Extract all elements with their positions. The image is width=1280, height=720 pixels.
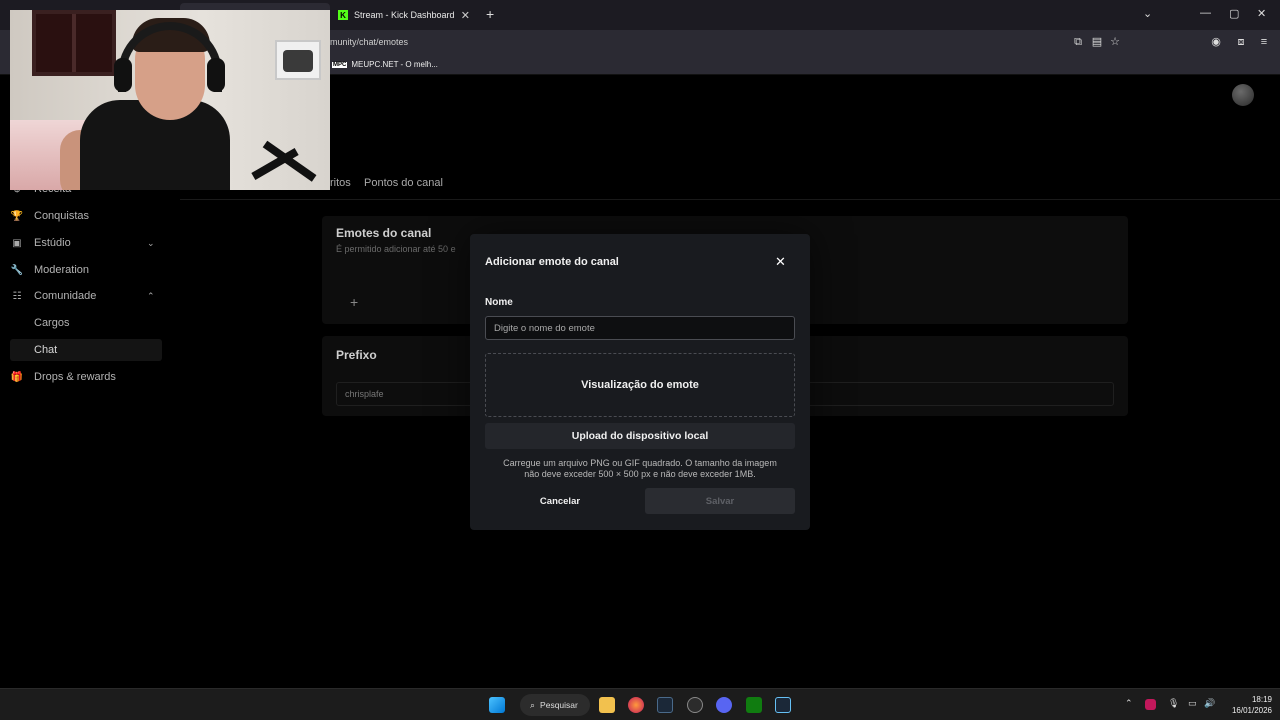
- webcam-overlay: [10, 10, 330, 190]
- meupc-logo-icon: MPC: [332, 61, 348, 68]
- file-explorer-icon[interactable]: [599, 697, 615, 713]
- menu-icon[interactable]: ≡: [1258, 36, 1270, 48]
- taskbar-clock[interactable]: 18:19 16/01/2026: [1222, 694, 1272, 716]
- sidebar-item-label: Moderation: [34, 264, 90, 276]
- steam-icon[interactable]: [657, 697, 673, 713]
- tab-kick-dashboard[interactable]: K Stream - Kick Dashboard ✕: [334, 3, 476, 27]
- prefix-panel-title: Prefixo: [336, 348, 377, 362]
- sidebar-item-label: Estúdio: [34, 237, 71, 249]
- extensions-icon[interactable]: ⧈: [1235, 36, 1247, 48]
- picture-in-picture-icon[interactable]: ⧉: [1072, 36, 1084, 48]
- upload-local-button[interactable]: Upload do dispositivo local: [485, 423, 795, 449]
- avatar[interactable]: [1232, 84, 1254, 106]
- emote-preview-box: Visualização do emote: [485, 353, 795, 417]
- emotes-panel-title: Emotes do canal: [336, 226, 432, 240]
- sidebar-item-conquistas[interactable]: 🏆 Conquistas: [10, 205, 89, 227]
- close-window-button[interactable]: ✕: [1257, 7, 1266, 20]
- bookmark-label: MEUPC.NET - O melh...: [351, 60, 438, 69]
- microphone-icon[interactable]: 🎙: [1168, 698, 1179, 709]
- tab-list-chevron-icon[interactable]: ⌄: [1143, 7, 1152, 20]
- name-label: Nome: [485, 297, 513, 308]
- add-emote-button[interactable]: +: [350, 294, 358, 310]
- studio-icon: ▣: [12, 237, 22, 249]
- taskbar-search[interactable]: ⌕ Pesquisar: [520, 694, 590, 716]
- windows-taskbar: ⌕ Pesquisar ⌃ 🎙 ▭ 🔊 18:19 16/01/2026: [0, 688, 1280, 720]
- webcam-poster: [275, 40, 321, 80]
- sidebar-item-comunidade[interactable]: ☷ Comunidade ⌃: [10, 285, 170, 307]
- sidebar-item-moderation[interactable]: 🔧 Moderation: [10, 259, 89, 281]
- tabs-divider: [180, 199, 1280, 200]
- emote-preview-label: Visualização do emote: [581, 379, 699, 391]
- windows-start-icon[interactable]: [489, 697, 505, 713]
- network-icon[interactable]: ▭: [1188, 698, 1197, 709]
- tab-title: Stream - Kick Dashboard: [354, 10, 455, 20]
- help-line-1: Carregue um arquivo PNG ou GIF quadrado.…: [503, 458, 777, 468]
- gift-icon: 🎁: [10, 371, 24, 383]
- modal-title: Adicionar emote do canal: [485, 256, 619, 268]
- tab-pontos-do-canal[interactable]: Pontos do canal: [364, 177, 443, 189]
- steam-icon-2[interactable]: [775, 697, 791, 713]
- close-icon[interactable]: ✕: [775, 254, 786, 270]
- sidebar-item-label: Conquistas: [34, 210, 90, 222]
- account-icon[interactable]: ◉: [1210, 36, 1222, 48]
- reader-view-icon[interactable]: ▤: [1091, 36, 1103, 48]
- clock-time: 18:19: [1251, 695, 1272, 704]
- sidebar-item-label: Chat: [34, 344, 58, 356]
- trophy-icon: 🏆: [10, 210, 24, 222]
- xbox-icon[interactable]: [746, 697, 762, 713]
- tab-favoritos[interactable]: ritos: [330, 177, 351, 189]
- community-icon: ☷: [12, 290, 22, 302]
- bookmark-star-icon[interactable]: ☆: [1109, 36, 1121, 48]
- firefox-icon[interactable]: [628, 697, 644, 713]
- kick-logo-icon: K: [338, 10, 348, 20]
- webcam-window: [32, 10, 116, 76]
- bookmark-meupc[interactable]: MPC MEUPC.NET - O melh...: [332, 60, 438, 69]
- clock-date: 16/01/2026: [1231, 706, 1272, 715]
- chevron-down-icon: ⌄: [147, 237, 155, 248]
- sidebar-item-cargos[interactable]: Cargos: [10, 312, 162, 334]
- help-line-2: não deve exceder 500 × 500 px e não deve…: [524, 469, 756, 479]
- obs-icon[interactable]: [687, 697, 703, 713]
- cancel-button[interactable]: Cancelar: [485, 488, 635, 514]
- volume-icon[interactable]: 🔊: [1204, 698, 1215, 709]
- sidebar-item-estudio[interactable]: ▣ Estúdio ⌄: [10, 232, 170, 254]
- sidebar-item-label: Comunidade: [34, 290, 97, 302]
- search-icon: ⌕: [530, 699, 536, 710]
- wrench-icon: 🔧: [10, 264, 24, 276]
- headset-ear-left: [114, 58, 132, 92]
- new-tab-button[interactable]: +: [486, 6, 494, 22]
- minimize-button[interactable]: —: [1200, 7, 1211, 19]
- upload-help-text: Carregue um arquivo PNG ou GIF quadrado.…: [485, 458, 795, 480]
- tab-close-icon[interactable]: ✕: [461, 9, 470, 22]
- sidebar-item-label: Cargos: [34, 317, 70, 329]
- sidebar-item-chat[interactable]: Chat: [10, 339, 162, 361]
- save-button[interactable]: Salvar: [645, 488, 795, 514]
- search-label: Pesquisar: [540, 700, 578, 710]
- discord-icon[interactable]: [716, 697, 732, 713]
- emotes-panel-subtitle: É permitido adicionar até 50 e: [336, 244, 456, 254]
- maximize-button[interactable]: ▢: [1229, 7, 1239, 20]
- sidebar-item-label: Drops & rewards: [34, 371, 116, 383]
- tray-overflow-icon[interactable]: ⌃: [1125, 698, 1133, 709]
- sidebar-item-drops-rewards[interactable]: 🎁 Drops & rewards: [10, 366, 116, 388]
- tray-app-icon[interactable]: [1145, 699, 1156, 710]
- add-emote-modal: Adicionar emote do canal ✕ Nome Visualiz…: [470, 234, 810, 530]
- emote-name-input[interactable]: [485, 316, 795, 340]
- chevron-up-icon: ⌃: [147, 290, 155, 301]
- url-bar[interactable]: munity/chat/emotes: [330, 37, 408, 47]
- headset-ear-right: [207, 58, 225, 92]
